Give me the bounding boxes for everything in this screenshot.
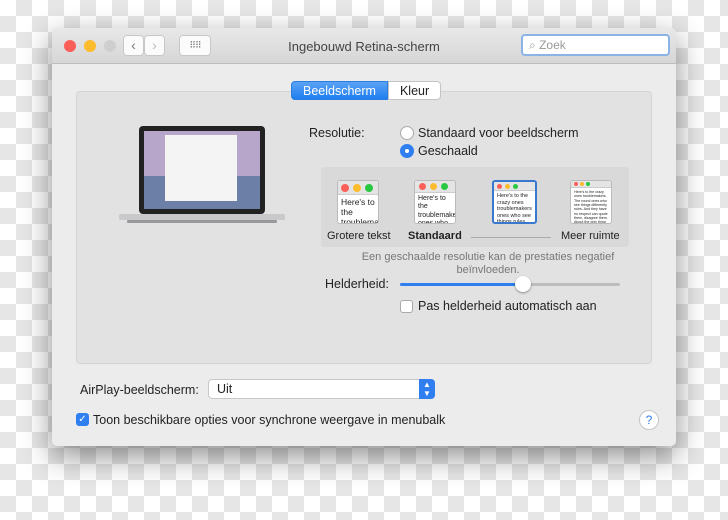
scale-option-selected[interactable]: Here's to the crazy ones troublemakers o… <box>492 180 537 224</box>
scale-option-larger-text[interactable]: Here's to the troublemakers <box>337 180 379 224</box>
brightness-slider[interactable] <box>400 276 620 292</box>
menubar-label[interactable]: Toon beschikbare opties voor synchrone w… <box>93 413 445 427</box>
help-button[interactable]: ? <box>639 410 659 430</box>
brightness-label: Helderheid: <box>325 277 389 291</box>
scale-label-default: Standaard <box>408 230 462 242</box>
brightness-fill <box>400 283 524 286</box>
scale-label-larger-text: Grotere tekst <box>327 230 391 242</box>
radio-default-label[interactable]: Standaard voor beeldscherm <box>418 126 579 140</box>
resolution-label: Resolutie: <box>309 126 365 140</box>
airplay-label: AirPlay-beeldscherm: <box>80 383 199 397</box>
radio-scaled[interactable] <box>400 144 414 158</box>
macbook-image <box>119 126 285 223</box>
scale-option-default[interactable]: Here's to the troublemakers ones who see <box>414 180 456 224</box>
titlebar: ‹ › ⠿⠿ Ingebouwd Retina-scherm ⌕ Zoek <box>52 28 676 64</box>
airplay-select[interactable]: Uit ▲ ▼ <box>208 379 435 399</box>
tab-bar: Beeldscherm Kleur <box>291 81 442 100</box>
radio-default[interactable] <box>400 126 414 140</box>
tab-beeldscherm[interactable]: Beeldscherm <box>291 81 388 100</box>
tab-kleur[interactable]: Kleur <box>387 81 442 100</box>
preferences-window: ‹ › ⠿⠿ Ingebouwd Retina-scherm ⌕ Zoek Be… <box>52 28 676 446</box>
scaling-warning: Een geschaalde resolutie kan de prestati… <box>361 251 615 276</box>
chevron-updown-icon: ▲ ▼ <box>419 379 435 399</box>
search-input[interactable]: ⌕ Zoek <box>521 34 670 56</box>
search-icon: ⌕ <box>529 38 540 52</box>
scale-label-more-space: Meer ruimte <box>561 230 620 242</box>
scale-divider <box>471 237 551 238</box>
auto-brightness-label[interactable]: Pas helderheid automatisch aan <box>418 299 597 313</box>
menubar-checkbox[interactable]: ✓ <box>76 413 89 426</box>
scale-options: Here's to the troublemakers Here's to th… <box>321 167 629 247</box>
auto-brightness-checkbox[interactable] <box>400 300 413 313</box>
scale-option-more-space[interactable]: Here's to the crazy ones troublemakers. … <box>570 180 612 224</box>
radio-scaled-label[interactable]: Geschaald <box>418 144 478 158</box>
